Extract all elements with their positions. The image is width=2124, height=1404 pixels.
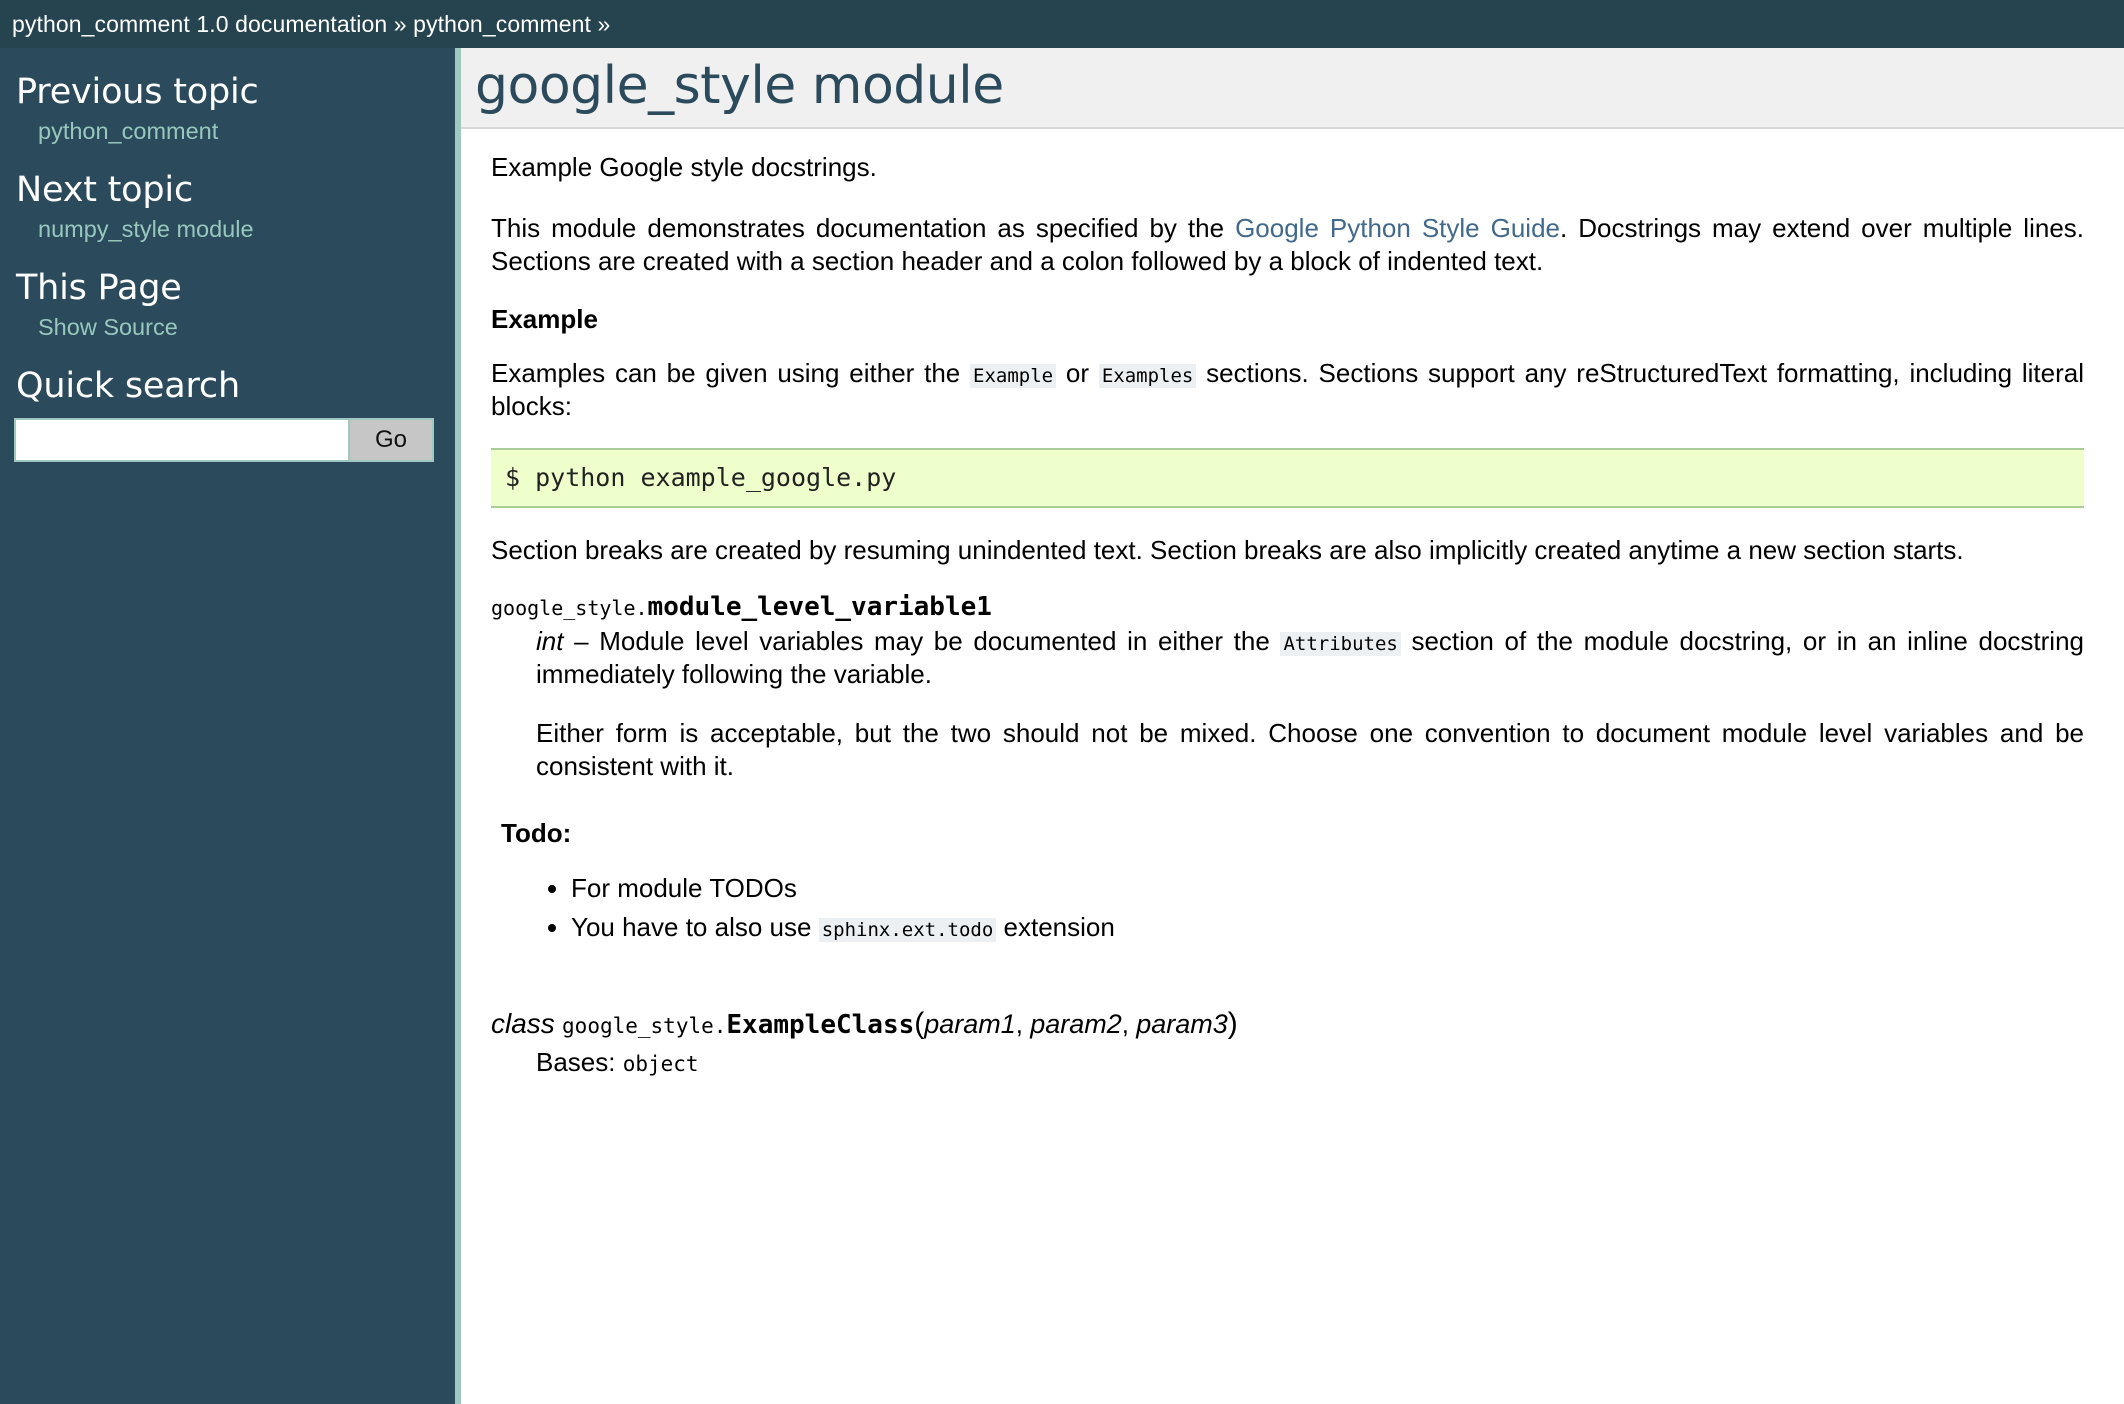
breadcrumb-separator-2: » xyxy=(597,10,611,37)
page-title: google_style module xyxy=(475,56,1004,116)
class-name: ExampleClass xyxy=(726,1010,915,1041)
todo-item-0-text: For module TODOs xyxy=(571,873,797,904)
code-block-python-example: $ python example_google.py xyxy=(491,448,2084,508)
class-bases-label: Bases: xyxy=(536,1047,623,1078)
example-class-definition: class google_style.ExampleClass(param1, … xyxy=(491,1006,2084,1079)
examples-text-part1: Examples can be given using either the xyxy=(491,357,971,388)
list-item: For module TODOs xyxy=(571,871,2084,905)
sidebar-inner: Previous topic python_comment Next topic… xyxy=(0,72,455,406)
list-item: You have to also use sphinx.ext.todo ext… xyxy=(571,910,2084,944)
sidebar-heading-next-topic: Next topic xyxy=(16,169,193,210)
document-body: Example Google style docstrings. This mo… xyxy=(461,129,2124,1078)
module-level-variable-definition: google_style.module_level_variable1 int … xyxy=(491,592,2084,782)
breadcrumb-separator-1: » xyxy=(393,10,407,37)
sidebar: Previous topic python_comment Next topic… xyxy=(0,48,455,1404)
quick-search-box: Go xyxy=(0,418,455,463)
inline-code-sphinx-ext-todo: sphinx.ext.todo xyxy=(818,917,997,942)
intro-paragraph: Example Google style docstrings. xyxy=(491,152,877,183)
module-variable-name: module_level_variable1 xyxy=(647,592,992,623)
page-title-band: google_style module xyxy=(461,48,2124,130)
section-breaks-paragraph: Section breaks are created by resuming u… xyxy=(491,534,1964,565)
class-param-sep-1: , xyxy=(1015,1009,1031,1040)
sidebar-this-page: Show Source xyxy=(16,312,421,344)
module-description-paragraph: This module demonstrates documentation a… xyxy=(491,212,2084,278)
example-class-signature: class google_style.ExampleClass(param1, … xyxy=(491,1006,2084,1042)
class-bases-value: object xyxy=(622,1052,699,1077)
class-prefix: google_style. xyxy=(562,1014,727,1039)
breadcrumb-link-documentation[interactable]: python_comment 1.0 documentation xyxy=(12,11,387,37)
example-class-body: Bases: object xyxy=(536,1046,2084,1079)
todo-item-1-text-after: extension xyxy=(996,911,1115,942)
breadcrumb: python_comment 1.0 documentation » pytho… xyxy=(12,11,610,38)
class-param-2: param2 xyxy=(1030,1009,1122,1040)
todo-title: Todo: xyxy=(501,818,572,849)
content-area: google_style module Example Google style… xyxy=(455,48,2124,1404)
class-close-paren: ) xyxy=(1227,1007,1238,1041)
todo-item-1-text-before: You have to also use xyxy=(571,911,819,942)
module-variable-dash: – xyxy=(563,626,600,657)
sidebar-link-show-source[interactable]: Show Source xyxy=(38,314,178,340)
class-param-3: param3 xyxy=(1136,1009,1228,1040)
sidebar-heading-quick-search: Quick search xyxy=(16,365,240,406)
module-variable-description-paragraph-2: Either form is acceptable, but the two s… xyxy=(536,717,2084,781)
module-variable-desc-part1: Module level variables may be documented… xyxy=(599,626,1281,657)
module-variable-prefix: google_style. xyxy=(491,596,648,621)
breadcrumb-bar: python_comment 1.0 documentation » pytho… xyxy=(0,0,2124,48)
module-level-variable-signature: google_style.module_level_variable1 xyxy=(491,592,2084,623)
module-variable-description-paragraph: int – Module level variables may be docu… xyxy=(536,625,2084,691)
search-form: Go xyxy=(14,418,434,463)
class-bases: Bases: object xyxy=(536,1046,2084,1079)
class-param-sep-2: , xyxy=(1121,1009,1137,1040)
sidebar-heading-previous-topic: Previous topic xyxy=(16,72,259,112)
sidebar-previous-topic: python_comment xyxy=(16,116,421,148)
class-param-1: param1 xyxy=(924,1009,1016,1040)
breadcrumb-link-module[interactable]: python_comment xyxy=(413,11,591,37)
class-open-paren: ( xyxy=(914,1007,925,1041)
examples-paragraph: Examples can be given using either the E… xyxy=(491,357,2084,423)
sidebar-link-next-topic[interactable]: numpy_style module xyxy=(38,216,254,242)
examples-text-part2: or xyxy=(1056,357,1099,388)
todo-list: For module TODOs You have to also use sp… xyxy=(501,871,2084,944)
inline-code-example: Example xyxy=(970,363,1057,388)
sidebar-link-previous-topic[interactable]: python_comment xyxy=(38,118,218,144)
example-rubric-heading: Example xyxy=(491,303,598,334)
inline-code-attributes: Attributes xyxy=(1280,632,1401,657)
search-input[interactable] xyxy=(16,420,348,461)
inline-code-examples: Examples xyxy=(1098,363,1197,388)
module-paragraph-text-before-link: This module demonstrates documentation a… xyxy=(491,213,1236,244)
class-keyword: class xyxy=(491,1008,555,1040)
todo-admonition: Todo: For module TODOs You have to also … xyxy=(501,818,2084,944)
sidebar-next-topic: numpy_style module xyxy=(16,214,421,246)
module-level-variable-body: int – Module level variables may be docu… xyxy=(536,625,2084,782)
sidebar-heading-this-page: This Page xyxy=(16,267,182,308)
page-layout: Previous topic python_comment Next topic… xyxy=(0,48,2124,1404)
module-variable-type: int xyxy=(536,626,564,657)
google-python-style-guide-link[interactable]: Google Python Style Guide xyxy=(1235,213,1560,243)
search-go-button[interactable]: Go xyxy=(348,420,432,461)
